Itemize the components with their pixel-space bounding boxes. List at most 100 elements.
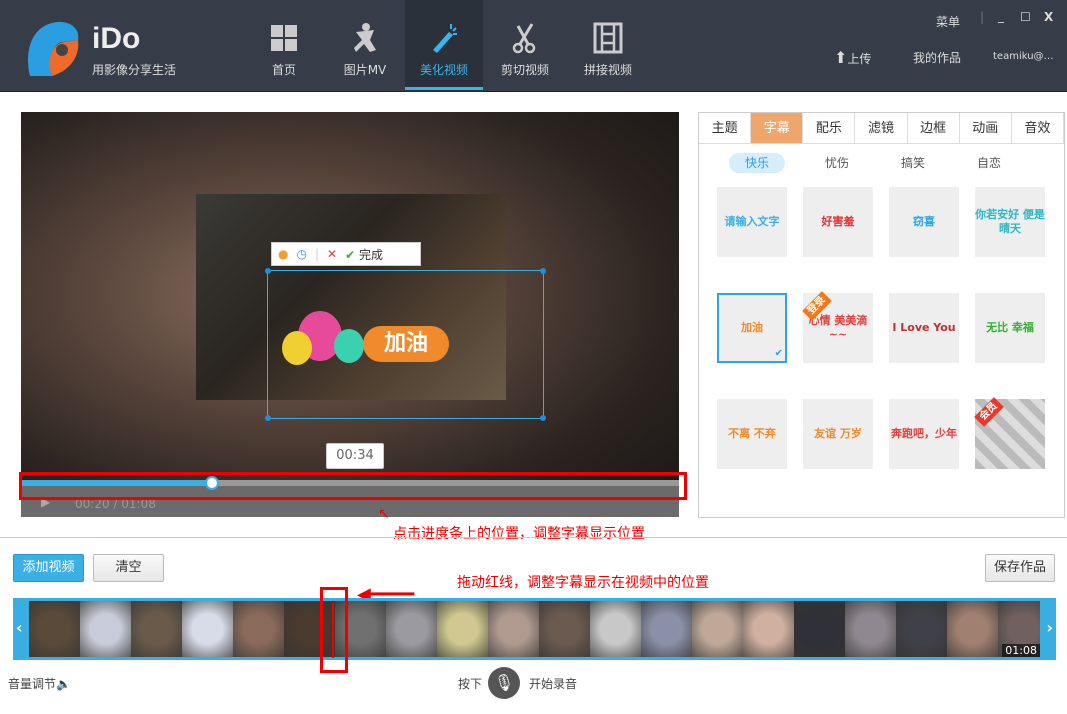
resize-handle[interactable] — [540, 415, 546, 421]
nav-label: 拼接视频 — [583, 63, 632, 77]
sticker-item[interactable]: 你若安好 便是晴天 — [975, 187, 1045, 257]
tab-5[interactable]: 动画 — [960, 113, 1012, 143]
timeline-frames — [29, 601, 1040, 657]
category-2[interactable]: 搞笑 — [885, 153, 941, 173]
sticker-text: 好害羞 — [821, 215, 855, 228]
my-works-link[interactable]: 我的作品 — [913, 49, 961, 66]
check-icon: ✔ — [345, 247, 356, 262]
balloon-graphic — [334, 329, 364, 363]
upload-icon: ⬆ — [834, 48, 848, 67]
sticker-item[interactable]: 窃喜 — [889, 187, 959, 257]
user-account[interactable]: teamiku@… — [993, 51, 1054, 62]
scroll-right-icon[interactable]: › — [1046, 618, 1053, 637]
caption-toolbar: ● ◷ | ✕ ✔ 完成 — [271, 242, 421, 266]
nav-home[interactable]: 首页 — [245, 0, 323, 92]
volume-control[interactable]: 音量调节🔈 — [8, 675, 71, 692]
divider: | — [314, 247, 320, 261]
sticker-badge: 会员 — [974, 397, 1004, 427]
scroll-left-icon[interactable]: ‹ — [16, 618, 23, 637]
sticker-item[interactable]: 加油 ✔ — [717, 293, 787, 363]
sticker-text: 友谊 万岁 — [814, 427, 862, 440]
sticker-item[interactable]: 奔跑吧，少年 — [889, 399, 959, 469]
done-label: 完成 — [358, 247, 383, 262]
timeline-frame — [590, 601, 641, 657]
volume-label: 音量调节 — [8, 677, 57, 691]
sticker-item[interactable]: 请输入文字 — [717, 187, 787, 257]
timeline-frame — [641, 601, 692, 657]
sticker-text: 无比 幸福 — [986, 321, 1034, 334]
redline-hint: 拖动红线，调整字幕显示在视频中的位置 — [457, 575, 709, 591]
resize-handle[interactable] — [540, 268, 546, 274]
maximize-button[interactable]: ☐ — [1020, 10, 1031, 24]
timeline-frame — [539, 601, 590, 657]
timeline-frame — [182, 601, 233, 657]
magic-wand-icon — [433, 24, 457, 53]
effects-panel: 主题 字幕 配乐 滤镜 边框 动画 音效 快乐 忧伤 搞笑 自恋 请输入文字 好害羞 窃喜 你若安好 便… — [698, 112, 1065, 518]
press-label: 按下 — [458, 677, 483, 691]
dancer-icon — [354, 23, 376, 52]
sticker-item[interactable]: 无比 幸福 — [975, 293, 1045, 363]
menu-button[interactable]: 菜单 — [936, 13, 960, 30]
category-3[interactable]: 自恋 — [961, 153, 1017, 173]
divider: | — [980, 10, 985, 24]
timeline-frame — [896, 601, 947, 657]
tab-6[interactable]: 音效 — [1012, 113, 1064, 143]
nav-beautify-video[interactable]: 美化视频 — [405, 0, 483, 92]
delete-icon[interactable]: ✕ — [327, 247, 337, 261]
tab-0[interactable]: 主题 — [699, 113, 752, 143]
category-0[interactable]: 快乐 — [729, 153, 785, 173]
nav-label: 剪切视频 — [500, 63, 549, 77]
upload-label: 上传 — [847, 52, 872, 66]
slogan: 用影像分享生活 — [92, 63, 177, 77]
nav-photo-mv[interactable]: 图片MV — [326, 0, 404, 92]
save-button[interactable]: 保存作品 — [985, 554, 1055, 582]
nav-cut-video[interactable]: 剪切视频 — [486, 0, 564, 92]
divider — [0, 537, 1067, 538]
timeline-frame — [488, 601, 539, 657]
scissors-icon — [512, 23, 536, 54]
tab-3[interactable]: 滤镜 — [855, 113, 908, 143]
timeline-frame — [845, 601, 896, 657]
category-1[interactable]: 忧伤 — [809, 153, 865, 173]
add-video-button[interactable]: 添加视频 — [13, 554, 84, 582]
minimize-button[interactable]: _ — [998, 9, 1004, 23]
timeline-frame — [692, 601, 743, 657]
timeline-strip[interactable]: ‹ › 01:08 — [13, 598, 1056, 660]
tab-2[interactable]: 配乐 — [803, 113, 856, 143]
timeline-end-time: 01:08 — [1002, 644, 1040, 657]
sticker-item[interactable]: I Love You — [889, 293, 959, 363]
sticker-text: 加油 — [741, 321, 763, 334]
clear-button[interactable]: 清空 — [93, 554, 164, 582]
sticker-item[interactable]: 心情 美美滴~~ 登录 — [802, 291, 873, 363]
record-label: 开始录音 — [529, 677, 578, 691]
video-preview[interactable]: ● ◷ | ✕ ✔ 完成 加油 00:34 ▶ 00:20 / 01:08 — [21, 112, 679, 517]
resize-handle[interactable] — [265, 268, 271, 274]
selected-check-icon: ✔ — [774, 348, 783, 359]
resize-handle[interactable] — [265, 415, 271, 421]
close-button[interactable]: X — [1044, 10, 1053, 24]
microphone-button[interactable]: 🎙 — [488, 667, 520, 699]
ido-logo-icon — [28, 21, 79, 76]
microphone-icon: 🎙 — [493, 673, 515, 692]
clock-icon[interactable]: ◷ — [296, 247, 306, 261]
time-tooltip: 00:34 — [326, 443, 384, 469]
done-button[interactable]: ✔ 完成 — [345, 246, 383, 263]
sticker-text: I Love You — [892, 321, 956, 334]
timeline-frame — [386, 601, 437, 657]
upload-button[interactable]: ⬆上传 — [834, 48, 871, 67]
tab-4[interactable]: 边框 — [908, 113, 960, 143]
timeline-frame — [233, 601, 284, 657]
sticker-item[interactable]: 友谊 万岁 — [803, 399, 873, 469]
palette-icon[interactable]: ● — [278, 247, 288, 261]
tab-1[interactable]: 字幕 — [751, 113, 804, 143]
sticker-item[interactable]: 会员 — [974, 397, 1045, 469]
timeline-frame — [743, 601, 794, 657]
grid-icon — [271, 25, 297, 51]
sticker-item[interactable]: 不离 不弃 — [717, 399, 787, 469]
nav-join-video[interactable]: 拼接视频 — [569, 0, 647, 92]
sticker-item[interactable]: 好害羞 — [803, 187, 873, 257]
progress-hint: 点击进度条上的位置，调整字幕显示位置 — [393, 526, 645, 542]
caption-sticker-box[interactable]: 加油 — [265, 268, 546, 421]
highlight-box — [320, 587, 348, 673]
film-icon — [593, 22, 623, 54]
